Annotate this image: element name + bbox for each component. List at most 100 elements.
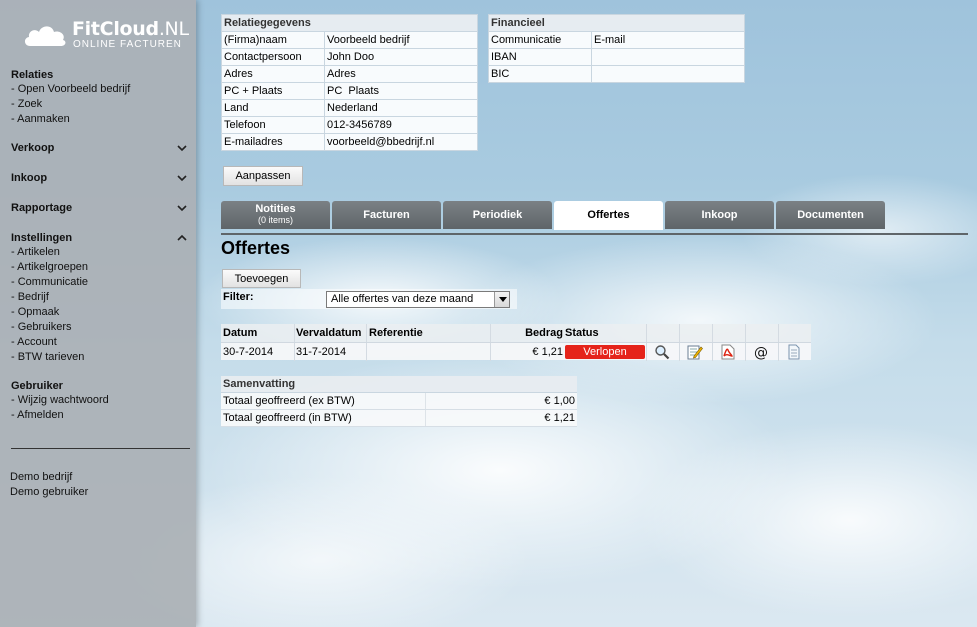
logo[interactable]: FitCloud.NL ONLINE FACTUREN bbox=[22, 18, 192, 52]
column-header-vervaldatum[interactable]: Vervaldatum bbox=[296, 324, 361, 342]
tab-facturen[interactable]: Facturen bbox=[332, 201, 441, 229]
nav-group-gebruiker: Gebruiker - Wijzig wachtwoord - Afmelden bbox=[11, 379, 189, 423]
tab-inkoop[interactable]: Inkoop bbox=[665, 201, 774, 229]
nav-heading-instellingen[interactable]: Instellingen bbox=[11, 231, 189, 245]
column-separator bbox=[646, 343, 647, 361]
nav-link-artikelen[interactable]: - Artikelen bbox=[11, 245, 189, 260]
column-separator bbox=[294, 343, 295, 361]
cell-vervaldatum: 31-7-2014 bbox=[296, 346, 347, 358]
svg-text:@: @ bbox=[754, 345, 768, 360]
chevron-down-icon bbox=[177, 175, 187, 182]
nav-link-communicatie[interactable]: - Communicatie bbox=[11, 275, 189, 290]
column-separator bbox=[366, 343, 367, 361]
chevron-down-icon bbox=[177, 145, 187, 152]
table-row: Adres Adres bbox=[221, 65, 478, 83]
tab-documenten[interactable]: Documenten bbox=[776, 201, 885, 229]
nav-link-btw-tarieven[interactable]: - BTW tarieven bbox=[11, 350, 189, 365]
demo-info: Demo bedrijf Demo gebruiker bbox=[10, 470, 88, 500]
table-row: Land Nederland bbox=[221, 99, 478, 117]
document-icon[interactable] bbox=[786, 344, 802, 360]
field-label: Contactpersoon bbox=[221, 48, 325, 66]
field-label: Land bbox=[221, 99, 325, 117]
offertes-table: Datum Vervaldatum Referentie Bedrag Stat… bbox=[221, 324, 811, 361]
logo-title: FitCloud.NL bbox=[72, 18, 189, 40]
table-row: Totaal geoffreerd (ex BTW) € 1,00 bbox=[221, 393, 577, 410]
nav-group-relaties: Relaties - Open Voorbeeld bedrijf - Zoek… bbox=[11, 68, 189, 127]
summary-label: Totaal geoffreerd (in BTW) bbox=[223, 412, 352, 424]
pdf-icon[interactable] bbox=[720, 344, 736, 360]
summary-label: Totaal geoffreerd (ex BTW) bbox=[223, 395, 355, 407]
field-label: E-mailadres bbox=[221, 133, 325, 151]
sidebar-divider bbox=[11, 448, 190, 449]
email-icon[interactable]: @ bbox=[753, 344, 769, 360]
column-header-bedrag[interactable]: Bedrag bbox=[525, 324, 563, 342]
field-label: Telefoon bbox=[221, 116, 325, 134]
field-value: John Doo bbox=[324, 48, 478, 66]
column-separator bbox=[778, 324, 779, 342]
field-value: 012-3456789 bbox=[324, 116, 478, 134]
nav-group-rapportage[interactable]: Rapportage bbox=[11, 201, 189, 215]
tab-label: Notities bbox=[255, 203, 296, 215]
dropdown-arrow-icon[interactable] bbox=[494, 292, 509, 307]
nav-link-wijzig-wachtwoord[interactable]: - Wijzig wachtwoord bbox=[11, 393, 189, 408]
nav-heading-relaties: Relaties bbox=[11, 69, 54, 81]
column-header-status[interactable]: Status bbox=[565, 324, 599, 342]
financieel-table-title: Financieel bbox=[488, 14, 745, 32]
toevoegen-button[interactable]: Toevoegen bbox=[222, 269, 301, 288]
demo-company: Demo bedrijf bbox=[10, 471, 73, 483]
table-row: Communicatie E-mail bbox=[488, 31, 745, 49]
tab-underline bbox=[221, 233, 968, 235]
relatie-table-title: Relatiegegevens bbox=[221, 14, 478, 32]
cell-bedrag: € 1,21 bbox=[532, 346, 563, 358]
field-label: BIC bbox=[488, 65, 592, 83]
tab-periodiek[interactable]: Periodiek bbox=[443, 201, 552, 229]
nav-link-account[interactable]: - Account bbox=[11, 335, 189, 350]
nav-group-verkoop[interactable]: Verkoop bbox=[11, 141, 189, 155]
nav-link-afmelden[interactable]: - Afmelden bbox=[11, 408, 189, 423]
samenvatting-title: Samenvatting bbox=[221, 376, 577, 393]
column-separator bbox=[679, 324, 680, 342]
column-separator bbox=[366, 324, 367, 342]
nav-heading-rapportage[interactable]: Rapportage bbox=[11, 201, 189, 215]
nav-heading-inkoop[interactable]: Inkoop bbox=[11, 171, 189, 185]
column-separator bbox=[646, 324, 647, 342]
field-label: Adres bbox=[221, 65, 325, 83]
nav-link-aanmaken[interactable]: - Aanmaken bbox=[11, 112, 189, 127]
nav-heading-verkoop[interactable]: Verkoop bbox=[11, 141, 189, 155]
tab-offertes[interactable]: Offertes bbox=[554, 201, 663, 230]
chevron-down-icon bbox=[177, 205, 187, 212]
nav-link-opmaak[interactable]: - Opmaak bbox=[11, 305, 189, 320]
table-row[interactable]: 30-7-2014 31-7-2014 € 1,21 Verlopen @ bbox=[221, 342, 811, 361]
column-separator bbox=[745, 324, 746, 342]
chevron-up-icon bbox=[177, 234, 187, 241]
nav-link-open-voorbeeld-bedrijf[interactable]: - Open Voorbeeld bedrijf bbox=[11, 82, 189, 97]
nav-group-inkoop[interactable]: Inkoop bbox=[11, 171, 189, 185]
column-header-datum[interactable]: Datum bbox=[223, 324, 257, 342]
view-icon[interactable] bbox=[654, 344, 670, 360]
nav-link-gebruikers[interactable]: - Gebruikers bbox=[11, 320, 189, 335]
table-header-row: Datum Vervaldatum Referentie Bedrag Stat… bbox=[221, 324, 811, 342]
field-label: (Firma)naam bbox=[221, 31, 325, 49]
summary-value: € 1,00 bbox=[544, 395, 575, 407]
nav-link-bedrijf[interactable]: - Bedrijf bbox=[11, 290, 189, 305]
status-badge: Verlopen bbox=[565, 345, 645, 359]
column-separator bbox=[712, 324, 713, 342]
logo-subtitle: ONLINE FACTUREN bbox=[73, 39, 182, 50]
nav-link-zoek[interactable]: - Zoek bbox=[11, 97, 189, 112]
nav-group-instellingen: Instellingen - Artikelen - Artikelgroepe… bbox=[11, 231, 189, 365]
column-header-referentie[interactable]: Referentie bbox=[369, 324, 423, 342]
column-separator bbox=[712, 343, 713, 361]
nav-link-artikelgroepen[interactable]: - Artikelgroepen bbox=[11, 260, 189, 275]
edit-icon[interactable] bbox=[687, 344, 703, 360]
filter-select[interactable]: Alle offertes van deze maand bbox=[326, 291, 510, 308]
table-row: BIC bbox=[488, 65, 745, 83]
tab-label: Facturen bbox=[363, 209, 410, 221]
column-separator bbox=[425, 393, 426, 409]
financieel-table: Financieel Communicatie E-mail IBAN BIC bbox=[488, 14, 745, 83]
column-separator bbox=[745, 343, 746, 361]
samenvatting-table: Samenvatting Totaal geoffreerd (ex BTW) … bbox=[221, 376, 577, 427]
column-separator bbox=[490, 343, 491, 361]
tab-notities[interactable]: Notities (0 items) bbox=[221, 201, 330, 229]
aanpassen-button[interactable]: Aanpassen bbox=[223, 166, 303, 186]
table-row: Totaal geoffreerd (in BTW) € 1,21 bbox=[221, 410, 577, 427]
